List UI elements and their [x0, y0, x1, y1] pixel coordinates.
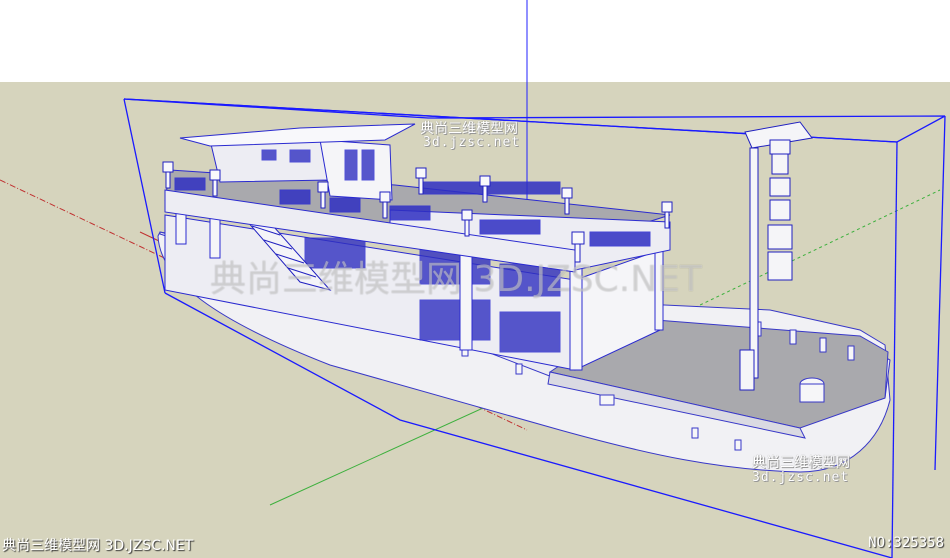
sky — [0, 0, 950, 82]
footer-model-number: NO:325358 — [868, 535, 944, 551]
footer-site-name: 典尚三维模型网 3D.JZSC.NET — [2, 538, 194, 554]
footer-bar: 典尚三维模型网 3D.JZSC.NET NO:325358 — [0, 532, 950, 558]
sketchup-viewport[interactable]: 典尚三维模型网 3d.jzsc.net 典尚三维模型网 3D.JZSC.NET … — [0, 0, 950, 558]
